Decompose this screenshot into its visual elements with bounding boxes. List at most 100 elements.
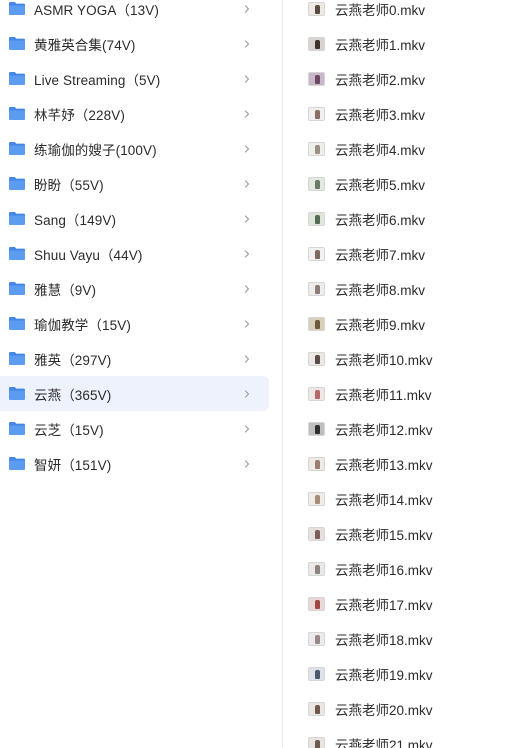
file-name: 云燕老师20.mkv <box>335 702 433 718</box>
chevron-right-icon[interactable] <box>242 107 252 119</box>
chevron-right-icon[interactable] <box>242 72 252 84</box>
chevron-right-icon[interactable] <box>242 247 252 259</box>
folder-item[interactable]: 雅慧（9V) <box>0 271 282 306</box>
folder-item[interactable]: Sang（149V) <box>0 201 282 236</box>
file-item[interactable]: 云燕老师6.mkv <box>283 201 525 236</box>
file-item[interactable]: 云燕老师13.mkv <box>283 446 525 481</box>
file-name: 云燕老师7.mkv <box>335 247 426 263</box>
file-item[interactable]: 云燕老师18.mkv <box>283 621 525 656</box>
folder-label: 云燕（365V) <box>34 387 112 403</box>
chevron-right-icon[interactable] <box>242 37 252 49</box>
folder-item[interactable]: ASMR YOGA（13V) <box>0 0 282 26</box>
thumbnail-figure <box>315 634 320 644</box>
folder-label: 雅英（297V) <box>34 352 112 368</box>
file-item[interactable]: 云燕老师10.mkv <box>283 341 525 376</box>
video-thumbnail <box>308 176 325 191</box>
chevron-right-icon[interactable] <box>242 282 252 294</box>
video-thumbnail <box>308 596 325 611</box>
thumbnail-figure <box>315 74 320 84</box>
file-item[interactable]: 云燕老师16.mkv <box>283 551 525 586</box>
file-item[interactable]: 云燕老师4.mkv <box>283 131 525 166</box>
file-item[interactable]: 云燕老师2.mkv <box>283 61 525 96</box>
chevron-right-icon[interactable] <box>242 212 252 224</box>
folder-item[interactable]: 智妍（151V) <box>0 446 282 481</box>
thumbnail-figure <box>315 319 320 329</box>
file-item[interactable]: 云燕老师7.mkv <box>283 236 525 271</box>
folder-icon <box>8 281 26 296</box>
folder-item[interactable]: Live Streaming（5V) <box>0 61 282 96</box>
thumbnail-figure <box>315 214 320 224</box>
file-pane: 云燕老师0.mkv 云燕老师1.mkv 云燕老师2.mkv 云燕老师3.mkv 云燕老师… <box>283 0 525 748</box>
thumbnail-figure <box>315 4 320 14</box>
file-name: 云燕老师17.mkv <box>335 597 433 613</box>
folder-icon <box>8 1 26 16</box>
folder-label: 林芊妤（228V) <box>34 107 125 123</box>
folder-item[interactable]: 云芝（15V) <box>0 411 282 446</box>
file-item[interactable]: 云燕老师1.mkv <box>283 26 525 61</box>
video-thumbnail <box>308 421 325 436</box>
folder-item[interactable]: Shuu Vayu（44V) <box>0 236 282 271</box>
thumbnail-figure <box>315 39 320 49</box>
chevron-right-icon[interactable] <box>242 387 252 399</box>
file-item[interactable]: 云燕老师11.mkv <box>283 376 525 411</box>
folder-item[interactable]: 雅英（297V) <box>0 341 282 376</box>
folder-label: Live Streaming（5V) <box>34 72 161 88</box>
thumbnail-figure <box>315 704 320 714</box>
chevron-right-icon[interactable] <box>242 177 252 189</box>
thumbnail-figure <box>315 144 320 154</box>
file-name: 云燕老师12.mkv <box>335 422 433 438</box>
chevron-right-icon[interactable] <box>242 2 252 14</box>
folder-item[interactable]: 瑜伽教学（15V) <box>0 306 282 341</box>
file-name: 云燕老师11.mkv <box>335 387 432 403</box>
file-name: 云燕老师10.mkv <box>335 352 433 368</box>
folder-item[interactable]: 练瑜伽的嫂子(100V) <box>0 131 282 166</box>
file-name: 云燕老师21.mkv <box>335 737 433 748</box>
folder-item[interactable]: 黄雅英合集(74V) <box>0 26 282 61</box>
file-item[interactable]: 云燕老师19.mkv <box>283 656 525 691</box>
chevron-right-icon[interactable] <box>242 457 252 469</box>
thumbnail-figure <box>315 494 320 504</box>
chevron-right-icon[interactable] <box>242 317 252 329</box>
file-item[interactable]: 云燕老师12.mkv <box>283 411 525 446</box>
file-item[interactable]: 云燕老师21.mkv <box>283 726 525 748</box>
video-thumbnail <box>308 246 325 261</box>
chevron-right-icon[interactable] <box>242 142 252 154</box>
folder-item[interactable]: 云燕（365V) <box>0 376 282 411</box>
folder-item[interactable]: 盼盼（55V) <box>0 166 282 201</box>
file-item[interactable]: 云燕老师15.mkv <box>283 516 525 551</box>
file-name: 云燕老师3.mkv <box>335 107 426 123</box>
chevron-right-icon[interactable] <box>242 422 252 434</box>
file-item[interactable]: 云燕老师9.mkv <box>283 306 525 341</box>
file-item[interactable]: 云燕老师5.mkv <box>283 166 525 201</box>
file-item[interactable]: 云燕老师17.mkv <box>283 586 525 621</box>
video-thumbnail <box>308 491 325 506</box>
folder-icon <box>8 176 26 191</box>
file-name: 云燕老师5.mkv <box>335 177 426 193</box>
file-item[interactable]: 云燕老师8.mkv <box>283 271 525 306</box>
thumbnail-figure <box>315 669 320 679</box>
file-item[interactable]: 云燕老师0.mkv <box>283 0 525 26</box>
folder-label: 练瑜伽的嫂子(100V) <box>34 142 157 158</box>
thumbnail-figure <box>315 179 320 189</box>
file-item[interactable]: 云燕老师14.mkv <box>283 481 525 516</box>
video-thumbnail <box>308 386 325 401</box>
thumbnail-figure <box>315 109 320 119</box>
folder-icon <box>8 351 26 366</box>
folder-icon <box>8 246 26 261</box>
folder-label: Sang（149V) <box>34 212 117 228</box>
folder-icon <box>8 456 26 471</box>
video-thumbnail <box>308 211 325 226</box>
video-thumbnail <box>308 666 325 681</box>
file-name: 云燕老师18.mkv <box>335 632 433 648</box>
folder-label: 云芝（15V) <box>34 422 104 438</box>
file-name: 云燕老师14.mkv <box>335 492 433 508</box>
file-name: 云燕老师13.mkv <box>335 457 433 473</box>
file-item[interactable]: 云燕老师20.mkv <box>283 691 525 726</box>
video-thumbnail <box>308 1 325 16</box>
file-item[interactable]: 云燕老师3.mkv <box>283 96 525 131</box>
thumbnail-figure <box>315 564 320 574</box>
folder-label: 盼盼（55V) <box>34 177 104 193</box>
video-thumbnail <box>308 351 325 366</box>
folder-item[interactable]: 林芊妤（228V) <box>0 96 282 131</box>
chevron-right-icon[interactable] <box>242 352 252 364</box>
